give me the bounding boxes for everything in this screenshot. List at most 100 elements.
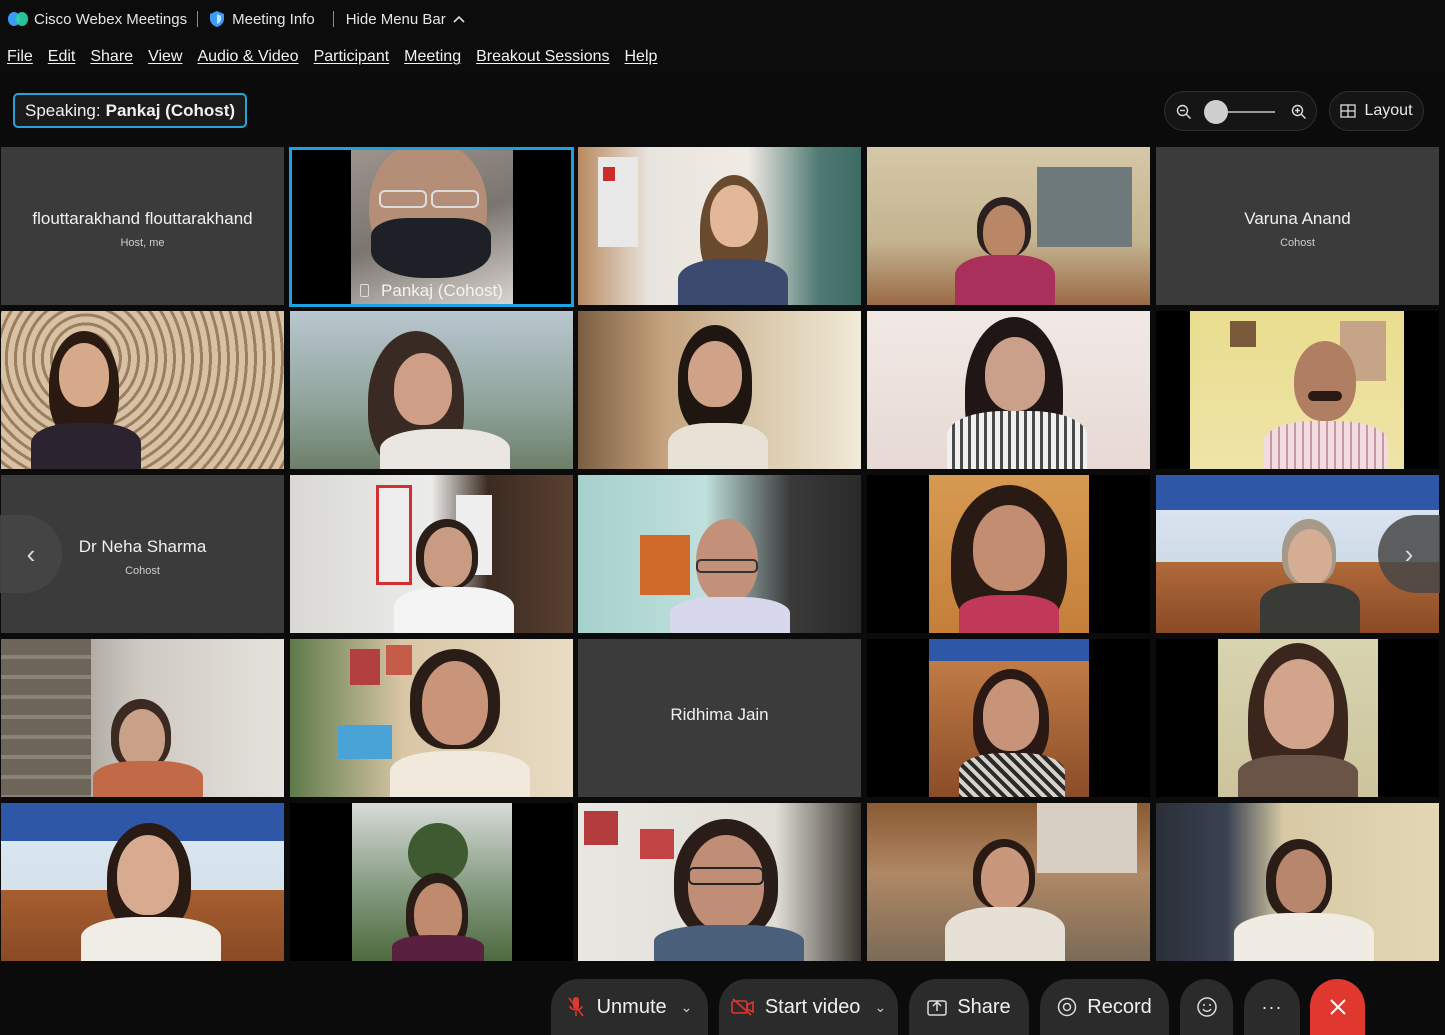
participant-tile[interactable] bbox=[867, 147, 1150, 305]
reactions-button[interactable] bbox=[1180, 979, 1233, 1035]
menu-meeting[interactable]: Meeting bbox=[404, 48, 461, 66]
banner bbox=[376, 485, 412, 585]
chevron-right-icon: › bbox=[1404, 538, 1414, 569]
clothing bbox=[947, 411, 1087, 469]
participant-tile[interactable] bbox=[867, 639, 1150, 797]
face bbox=[422, 661, 488, 745]
webex-logo-icon bbox=[8, 12, 28, 26]
glasses bbox=[688, 867, 764, 885]
chevron-down-icon[interactable]: ⌄ bbox=[681, 999, 693, 1016]
frame bbox=[350, 649, 380, 685]
leave-meeting-button[interactable] bbox=[1310, 979, 1365, 1035]
participant-name-label: Pankaj (Cohost) bbox=[292, 281, 571, 301]
clothing bbox=[1264, 421, 1388, 469]
clothing bbox=[668, 423, 768, 469]
menu-audio-video[interactable]: Audio & Video bbox=[197, 48, 298, 66]
frame bbox=[640, 829, 674, 859]
menu-participant[interactable]: Participant bbox=[314, 48, 390, 66]
participant-tile[interactable] bbox=[290, 475, 573, 633]
glasses bbox=[379, 190, 427, 208]
participant-name: Ridhima Jain bbox=[670, 705, 769, 724]
participant-tile[interactable] bbox=[290, 639, 573, 797]
participant-role: Cohost bbox=[1280, 237, 1315, 249]
start-video-button[interactable]: Start video ⌄ bbox=[719, 979, 898, 1035]
face bbox=[985, 337, 1045, 411]
participant-tile-active-speaker[interactable]: Pankaj (Cohost) bbox=[289, 147, 574, 307]
participant-tile[interactable] bbox=[867, 803, 1150, 961]
menu-breakout-sessions[interactable]: Breakout Sessions bbox=[476, 48, 609, 66]
clothing bbox=[93, 761, 203, 797]
unmute-button[interactable]: Unmute ⌄ bbox=[551, 979, 708, 1035]
face bbox=[1288, 529, 1332, 585]
face bbox=[424, 527, 472, 587]
menu-share[interactable]: Share bbox=[90, 48, 133, 66]
clothing bbox=[959, 595, 1059, 633]
clothing bbox=[945, 907, 1065, 961]
participant-name: Varuna Anand bbox=[1244, 209, 1351, 228]
speaking-indicator: Speaking: Pankaj (Cohost) bbox=[13, 93, 248, 128]
face bbox=[983, 205, 1025, 259]
record-icon bbox=[1058, 997, 1077, 1017]
mask bbox=[371, 218, 491, 278]
clothing bbox=[670, 597, 790, 633]
participant-tile[interactable] bbox=[1, 803, 284, 961]
hide-menu-bar-button[interactable]: Hide Menu Bar bbox=[346, 0, 466, 38]
clothing bbox=[392, 935, 484, 961]
participant-tile[interactable] bbox=[1156, 803, 1439, 961]
glasses bbox=[431, 190, 479, 208]
participant-tile[interactable] bbox=[1, 311, 284, 469]
participant-tile[interactable] bbox=[578, 803, 861, 961]
microphone-muted-icon bbox=[567, 997, 584, 1017]
video-feed bbox=[352, 803, 512, 961]
participant-tile[interactable] bbox=[578, 311, 861, 469]
clothing bbox=[1260, 583, 1360, 633]
speaking-name: Pankaj (Cohost) bbox=[105, 100, 236, 120]
participant-role: Host, me bbox=[120, 237, 165, 249]
divider bbox=[332, 11, 334, 27]
menu-bar: File Edit Share View Audio & Video Parti… bbox=[0, 38, 1445, 76]
face bbox=[117, 835, 179, 915]
participant-tile[interactable] bbox=[1156, 639, 1439, 797]
frame bbox=[386, 645, 412, 675]
emoji-reaction-icon bbox=[1196, 997, 1217, 1017]
video-off-icon bbox=[731, 998, 754, 1016]
app-title: Cisco Webex Meetings bbox=[0, 0, 187, 38]
glasses bbox=[696, 559, 758, 573]
layout-button[interactable]: Layout bbox=[1329, 91, 1424, 131]
participant-tile-varuna[interactable]: Varuna Anand Cohost bbox=[1156, 147, 1439, 305]
face bbox=[1264, 659, 1334, 749]
participant-tile[interactable] bbox=[290, 311, 573, 469]
face bbox=[981, 847, 1029, 909]
menu-file[interactable]: File bbox=[7, 48, 33, 66]
participant-tile[interactable] bbox=[867, 475, 1150, 633]
clothing bbox=[678, 259, 788, 305]
zoom-out-icon[interactable] bbox=[1176, 104, 1192, 120]
zoom-in-icon[interactable] bbox=[1291, 104, 1307, 120]
participant-tile[interactable] bbox=[290, 803, 573, 961]
participant-tile[interactable] bbox=[578, 475, 861, 633]
meeting-info-button[interactable]: Meeting Info bbox=[210, 0, 315, 38]
zoom-slider-thumb[interactable] bbox=[1204, 100, 1228, 124]
participant-tile-host[interactable]: flouttarakhand flouttarakhand Host, me bbox=[1, 147, 284, 305]
clothing bbox=[959, 753, 1065, 797]
chevron-left-icon: ‹ bbox=[26, 538, 36, 569]
menu-help[interactable]: Help bbox=[625, 48, 658, 66]
more-options-button[interactable]: ··· bbox=[1244, 979, 1300, 1035]
app-name: Cisco Webex Meetings bbox=[34, 10, 188, 28]
video-feed bbox=[929, 639, 1089, 797]
menu-view[interactable]: View bbox=[148, 48, 182, 66]
mobile-phone-icon bbox=[360, 284, 370, 297]
poster bbox=[640, 535, 690, 595]
record-button[interactable]: Record bbox=[1040, 979, 1169, 1035]
participant-tile[interactable] bbox=[1156, 311, 1439, 469]
chevron-down-icon[interactable]: ⌄ bbox=[874, 999, 886, 1016]
participant-tile[interactable] bbox=[867, 311, 1150, 469]
participant-tile[interactable] bbox=[578, 147, 861, 305]
start-video-label: Start video bbox=[764, 995, 861, 1018]
share-button[interactable]: Share bbox=[909, 979, 1029, 1035]
frame bbox=[1230, 321, 1256, 347]
participant-tile-ridhima[interactable]: Ridhima Jain bbox=[578, 639, 861, 797]
menu-edit[interactable]: Edit bbox=[48, 48, 76, 66]
face bbox=[688, 341, 742, 407]
participant-tile[interactable] bbox=[1, 639, 284, 797]
